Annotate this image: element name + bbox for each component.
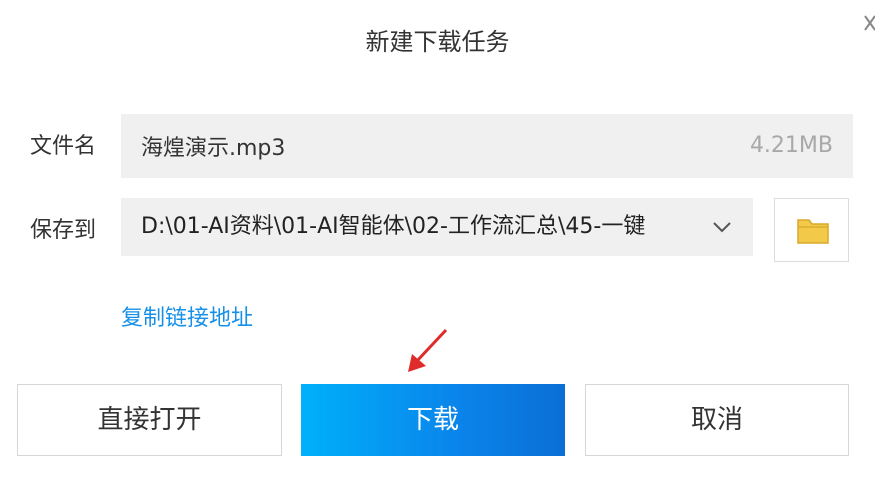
filename-field[interactable]: 4.21MB — [121, 114, 853, 178]
copy-link-address[interactable]: 复制链接地址 — [121, 302, 253, 336]
folder-icon — [797, 219, 829, 244]
filename-input[interactable] — [141, 114, 701, 178]
chevron-down-icon — [713, 222, 731, 233]
close-button[interactable] — [856, 8, 875, 36]
browse-folder-button[interactable] — [774, 198, 849, 262]
download-button[interactable]: 下载 — [301, 384, 565, 456]
open-directly-button[interactable]: 直接打开 — [17, 384, 282, 456]
save-path-value: D:\01-AI资料\01-AI智能体\02-工作流汇总\45-一键 — [141, 214, 646, 239]
red-arrow-annotation — [408, 328, 448, 372]
file-size: 4.21MB — [749, 133, 833, 158]
new-download-dialog: 新建下载任务 文件名 4.21MB 保存到 D:\01-AI资料\01-AI智能… — [0, 0, 875, 500]
dialog-title: 新建下载任务 — [365, 28, 510, 56]
close-icon — [864, 15, 875, 31]
save-path-dropdown[interactable]: D:\01-AI资料\01-AI智能体\02-工作流汇总\45-一键 — [121, 198, 753, 256]
filename-label: 文件名 — [30, 134, 97, 159]
save-to-label: 保存到 — [30, 218, 97, 243]
cancel-button[interactable]: 取消 — [585, 384, 849, 456]
